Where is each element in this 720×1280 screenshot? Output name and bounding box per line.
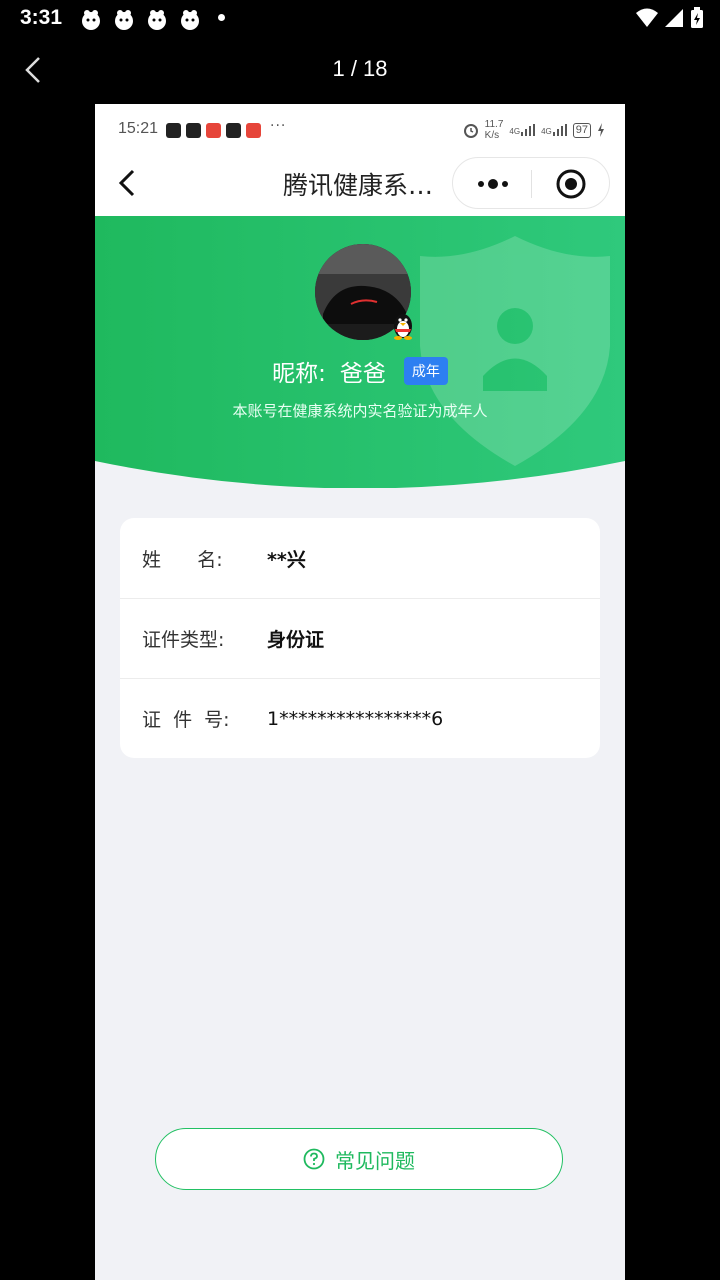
info-row-name: 姓 名: **兴 [120,518,600,598]
nickname-label: 昵称: [272,361,326,387]
id-number-label: 证 件 号: [142,709,230,731]
identity-info-card: 姓 名: **兴 证件类型: 身份证 证 件 号: 1*************… [120,518,600,758]
nickname-row: 昵称: 爸爸 成年 [95,354,625,388]
signal-1: 4G [509,124,536,136]
os-clock: 3:31 [20,6,63,29]
faq-label: 常见问题 [335,1148,415,1173]
net-speed: 11.7 K/s [485,119,504,141]
net-speed-value: 11.7 [484,119,504,130]
more-notifications-dot [218,14,225,21]
signal-bars-icon [521,124,536,136]
app-notification-icon [82,10,100,30]
name-label: 姓 名: [142,548,223,571]
signal-2: 4G [541,124,567,136]
app-notification-icon [181,10,199,30]
inner-clock: 15:21 [118,120,159,137]
qq-penguin-icon [394,314,412,340]
image-viewer-bar: 1 / 18 [0,40,720,100]
screenshot-image: 15:21 ··· 11.7 K/s 4G 4G 97 腾讯健康系… 昵称: 爸… [95,104,625,1280]
miniprogram-nav-bar: 腾讯健康系… [95,154,625,216]
signal-bars-icon [552,124,567,136]
adult-badge: 成年 [403,357,448,385]
faq-button[interactable]: 常见问题 [155,1128,563,1190]
app-icon [226,123,241,138]
id-type-label: 证件类型: [142,629,225,651]
more-options-icon[interactable] [475,172,511,196]
page-title: 腾讯健康系… [283,171,434,200]
app-notification-icon [148,10,166,30]
signal-label: 4G [541,127,552,136]
os-status-bar: 3:31 [0,0,720,38]
image-counter: 1 / 18 [332,56,388,81]
question-circle-icon [303,1148,325,1170]
inner-status-bar: 15:21 ··· 11.7 K/s 4G 4G 97 [95,104,625,154]
id-type-value: 身份证 [267,629,325,651]
id-number-value: 1****************6 [267,707,444,730]
app-notification-icon [115,10,133,30]
app-root: 3:31 1 / 18 15:21 ··· 11.7 K/s 4G 4G 97 … [0,0,720,1280]
cell-signal-icon [665,9,683,27]
app-icon [246,123,261,138]
info-row-id-type: 证件类型: 身份证 [120,598,600,678]
more-notifications-text: ··· [270,118,287,134]
app-icon [186,123,201,138]
battery-level: 97 [572,122,591,138]
battery-charging-icon [691,7,703,28]
profile-header: 昵称: 爸爸 成年 本账号在健康系统内实名验证为成年人 [95,216,625,488]
app-icon [166,123,181,138]
signal-label: 4G [509,127,521,136]
info-row-id-number: 证 件 号: 1****************6 [120,678,600,758]
back-chevron-icon[interactable] [115,168,141,198]
nickname-value: 爸爸 [339,361,386,387]
net-speed-unit: K/s [484,130,500,141]
inner-status-icons: 11.7 K/s 4G 4G 97 [463,118,605,142]
charging-icon [598,123,604,137]
wifi-icon [636,8,658,27]
verification-description: 本账号在健康系统内实名验证为成年人 [232,402,488,420]
close-miniprogram-icon[interactable] [555,168,587,200]
nickname: 昵称: 爸爸 [272,354,386,388]
alarm-icon [463,124,478,138]
miniprogram-capsule [452,157,610,209]
capsule-divider [531,170,532,198]
app-icon [206,123,221,138]
os-status-icons [636,6,704,30]
name-value: **兴 [267,548,306,571]
